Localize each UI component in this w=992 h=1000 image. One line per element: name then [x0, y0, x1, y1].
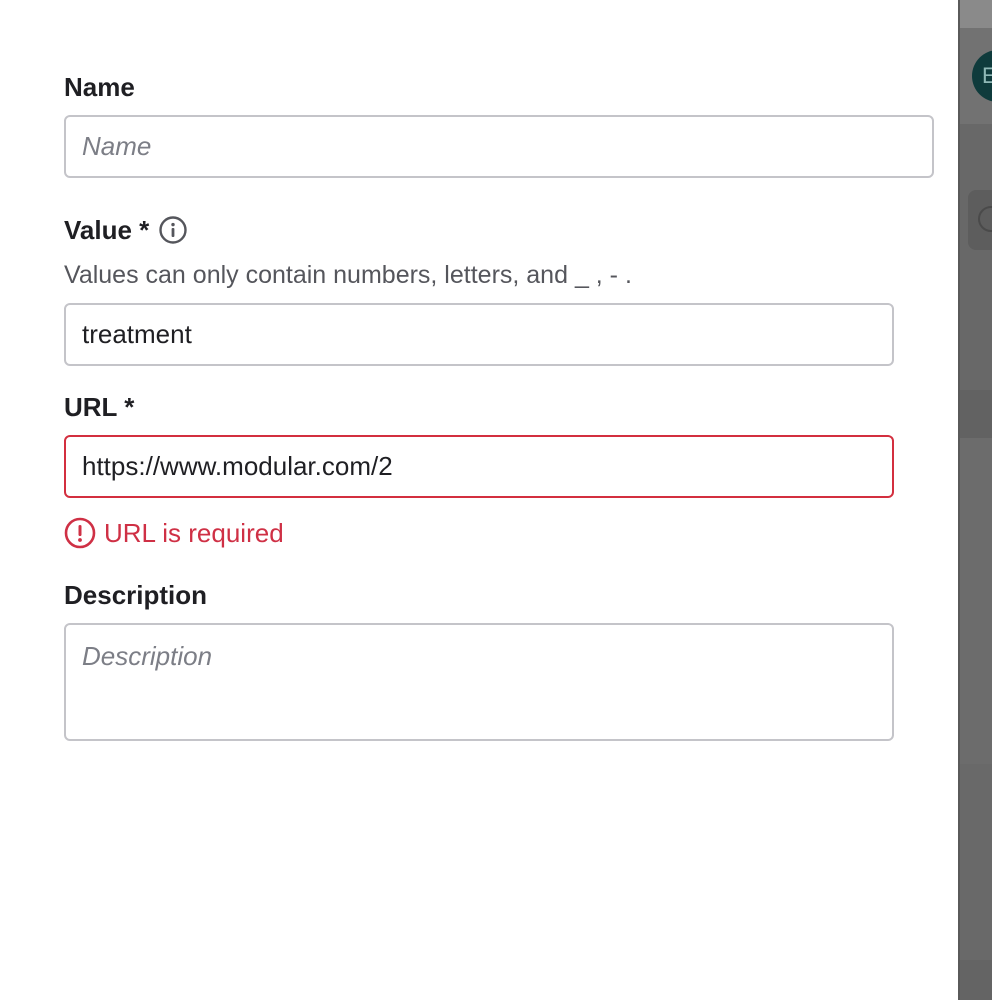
info-icon[interactable]: [159, 216, 187, 244]
url-input[interactable]: [64, 435, 894, 498]
background-band: [960, 438, 992, 764]
value-hint: Values can only contain numbers, letters…: [64, 261, 632, 289]
url-error-message: URL is required: [104, 518, 284, 548]
background-band: [960, 960, 992, 1000]
background-header-band: [960, 0, 992, 28]
description-textarea[interactable]: [64, 623, 894, 741]
name-input[interactable]: [64, 115, 934, 178]
url-error: URL is required: [64, 516, 284, 550]
name-label: Name: [64, 72, 135, 102]
value-input[interactable]: [64, 303, 894, 366]
value-label-row: Value *: [64, 214, 187, 246]
background-overlay: E: [958, 0, 992, 1000]
background-band: [960, 764, 992, 960]
description-label: Description: [64, 580, 208, 610]
alert-circle-icon: [64, 517, 96, 549]
background-band: [960, 124, 992, 390]
value-label: Value *: [64, 215, 150, 245]
background-band: [960, 390, 992, 438]
url-label: URL *: [64, 392, 135, 422]
